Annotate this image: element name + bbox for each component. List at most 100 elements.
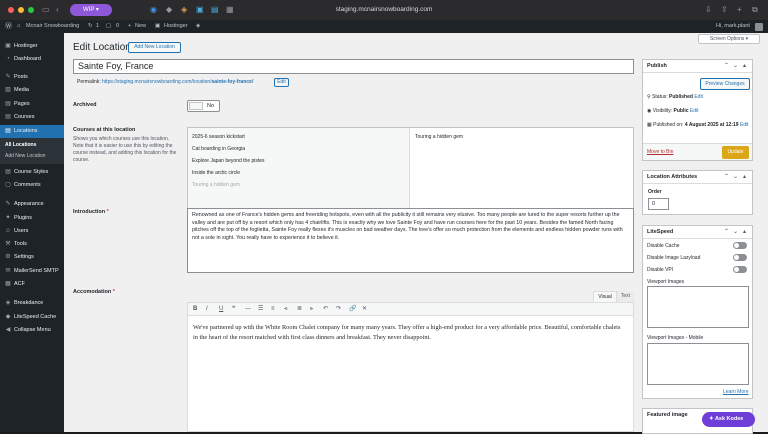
learn-more-link[interactable]: Learn More (723, 389, 749, 395)
chevron-up-icon[interactable]: ⌃ (724, 60, 729, 73)
order-input[interactable]: 0 (648, 198, 669, 210)
sidebar-item-users[interactable]: ☺ Users (0, 225, 64, 237)
align-left-button[interactable]: ⫷ (284, 303, 287, 315)
collapse-panel-icon[interactable]: ▴ (743, 226, 746, 239)
extension-icon-4[interactable]: ▤ (211, 5, 219, 15)
viewport-images-mobile-textarea[interactable] (647, 343, 749, 385)
extension-icon-5[interactable]: ▦ (226, 5, 234, 15)
disable-cache-toggle[interactable] (733, 242, 747, 249)
sidebar-item-dashboard[interactable]: ◔ Dashboard (0, 53, 64, 65)
extension-icon-3[interactable]: ▣ (196, 5, 204, 15)
sidebar-item-plugins[interactable]: ✦ Plugins (0, 212, 64, 224)
bullet-list-button[interactable]: ☰ (258, 303, 263, 315)
fullscreen-button[interactable]: ✕ (362, 303, 367, 315)
extension-icon[interactable]: ◉ (150, 5, 157, 15)
update-button[interactable]: Update (722, 146, 749, 159)
collapse-panel-icon[interactable]: ▴ (743, 60, 746, 73)
accomodation-content[interactable]: We've partnered up with the White Room C… (193, 323, 625, 342)
chevron-down-icon[interactable]: ⌄ (733, 226, 738, 239)
tab-group-button[interactable]: WIP ▾ (70, 4, 112, 16)
sidebar-item-mailersend[interactable]: ✉ MailerSend SMTP (0, 265, 64, 277)
disable-lazyload-toggle[interactable] (733, 254, 747, 261)
sidebar-item-course-styles[interactable]: ▤ Course Styles (0, 166, 64, 178)
undo-button[interactable]: ↶ (323, 303, 328, 315)
sidebar-item-comments[interactable]: ▢ Comments (0, 179, 64, 191)
align-right-button[interactable]: ⫸ (310, 303, 313, 315)
back-icon[interactable]: ‹ (56, 5, 59, 15)
sidebar-item-locations[interactable]: ▤ Locations (0, 125, 64, 138)
sidebar-item-collapse[interactable]: ◀ Collapse Menu (0, 324, 64, 336)
sidebar-item-breakdance[interactable]: ◈ Breakdance (0, 297, 64, 309)
blockquote-button[interactable]: ❝ (232, 303, 235, 315)
chevron-up-icon[interactable]: ⌃ (724, 226, 729, 239)
archived-toggle[interactable]: No (187, 100, 220, 112)
sidebar-item-pages[interactable]: ▤ Pages (0, 98, 64, 110)
hr-button[interactable]: — (245, 303, 251, 315)
move-to-bin-link[interactable]: Move to Bin (647, 149, 673, 155)
list-item[interactable]: 2025-6 season kickstart (192, 131, 245, 143)
sidebar-item-posts[interactable]: ✎ Posts (0, 71, 64, 83)
sidebar-item-hostinger[interactable]: ▣ Hostinger (0, 40, 64, 52)
zoom-window-button[interactable] (28, 7, 34, 13)
wordpress-logo-icon[interactable]: Ⓦ (5, 20, 12, 33)
sidebar-item-courses[interactable]: ▤ Courses (0, 111, 64, 123)
sidebar-item-acf[interactable]: ▦ ACF (0, 278, 64, 290)
tab-visual[interactable]: Visual (593, 291, 617, 302)
sidebar-toggle-icon[interactable]: ▭ (42, 5, 50, 15)
align-center-button[interactable]: ≣ (297, 303, 302, 315)
sidebar-item-appearance[interactable]: ✎ Appearance (0, 198, 64, 210)
tab-overview-icon[interactable]: ⧉ (752, 5, 758, 15)
tab-text[interactable]: Text (617, 291, 634, 302)
chevron-down-icon[interactable]: ⌄ (733, 171, 738, 184)
add-new-location-button[interactable]: Add New Location (128, 42, 181, 53)
permalink-link[interactable]: https://staging.mcnairsnowboarding.com/l… (102, 79, 253, 85)
status-edit-link[interactable]: Edit (694, 94, 703, 100)
screen-options-button[interactable]: Screen Options ▾ (698, 34, 760, 44)
underline-button[interactable]: U (219, 303, 223, 315)
collapse-panel-icon[interactable]: ▴ (743, 171, 746, 184)
sidebar-item-media[interactable]: ▧ Media (0, 84, 64, 96)
sidebar-item-tools[interactable]: ⚒ Tools (0, 238, 64, 250)
extension-icon-2[interactable]: ◈ (181, 5, 187, 15)
viewport-images-textarea[interactable] (647, 286, 749, 328)
sidebar-item-settings[interactable]: ⚙ Settings (0, 251, 64, 263)
account-greeting[interactable]: Hi, mark.plant (716, 20, 750, 33)
preview-changes-button[interactable]: Preview Changes (700, 78, 750, 90)
shield-icon[interactable]: ◆ (166, 5, 172, 15)
download-icon[interactable]: ⇩ (705, 5, 712, 15)
permalink-edit-button[interactable]: Edit (274, 78, 289, 87)
hostinger-link[interactable]: Hostinger (164, 20, 188, 33)
new-content-link[interactable]: New (135, 20, 146, 33)
list-item[interactable]: Explore Japan beyond the pistes (192, 155, 265, 167)
share-icon[interactable]: ⇪ (721, 5, 728, 15)
list-item[interactable]: Cat boarding in Georgia (192, 143, 245, 155)
link-button[interactable]: 🔗 (349, 303, 356, 315)
numbered-list-button[interactable]: ≡ (271, 303, 275, 315)
comments-count[interactable]: 0 (116, 20, 119, 33)
sidebar-subitem-all-locations[interactable]: All Locations (0, 140, 64, 151)
bold-button[interactable]: B (193, 303, 197, 315)
disable-vpi-toggle[interactable] (733, 266, 747, 273)
introduction-textarea[interactable]: Renowned as one of France's hidden gems … (187, 208, 634, 273)
selected-course-item[interactable]: Touring a hidden gem (415, 131, 463, 143)
breakdance-icon[interactable]: ◈ (196, 20, 200, 33)
viewport-images-mobile-label: Viewport Images - Mobile (647, 335, 704, 341)
redo-button[interactable]: ↷ (336, 303, 341, 315)
published-edit-link[interactable]: Edit (740, 122, 749, 128)
ask-kodee-button[interactable]: ✦ Ask Kodee (702, 412, 755, 427)
avatar[interactable] (755, 22, 763, 31)
visibility-edit-link[interactable]: Edit (690, 108, 699, 114)
site-name-link[interactable]: Mcnair Snowboarding (26, 20, 79, 33)
updates-count[interactable]: 1 (96, 20, 99, 33)
new-tab-icon[interactable]: + (737, 5, 742, 15)
chevron-up-icon[interactable]: ⌃ (724, 171, 729, 184)
sidebar-item-litespeed[interactable]: ◆ LiteSpeed Cache (0, 311, 64, 323)
minimize-window-button[interactable] (18, 7, 24, 13)
italic-button[interactable]: I (206, 303, 208, 315)
address-bar[interactable]: staging.mcnairsnowboarding.com (268, 4, 500, 16)
title-input[interactable]: Sainte Foy, France (73, 59, 634, 74)
list-item[interactable]: Inside the arctic circle (192, 167, 240, 179)
close-window-button[interactable] (8, 7, 14, 13)
sidebar-subitem-add-new[interactable]: Add New Location (0, 151, 64, 162)
chevron-down-icon[interactable]: ⌄ (733, 60, 738, 73)
